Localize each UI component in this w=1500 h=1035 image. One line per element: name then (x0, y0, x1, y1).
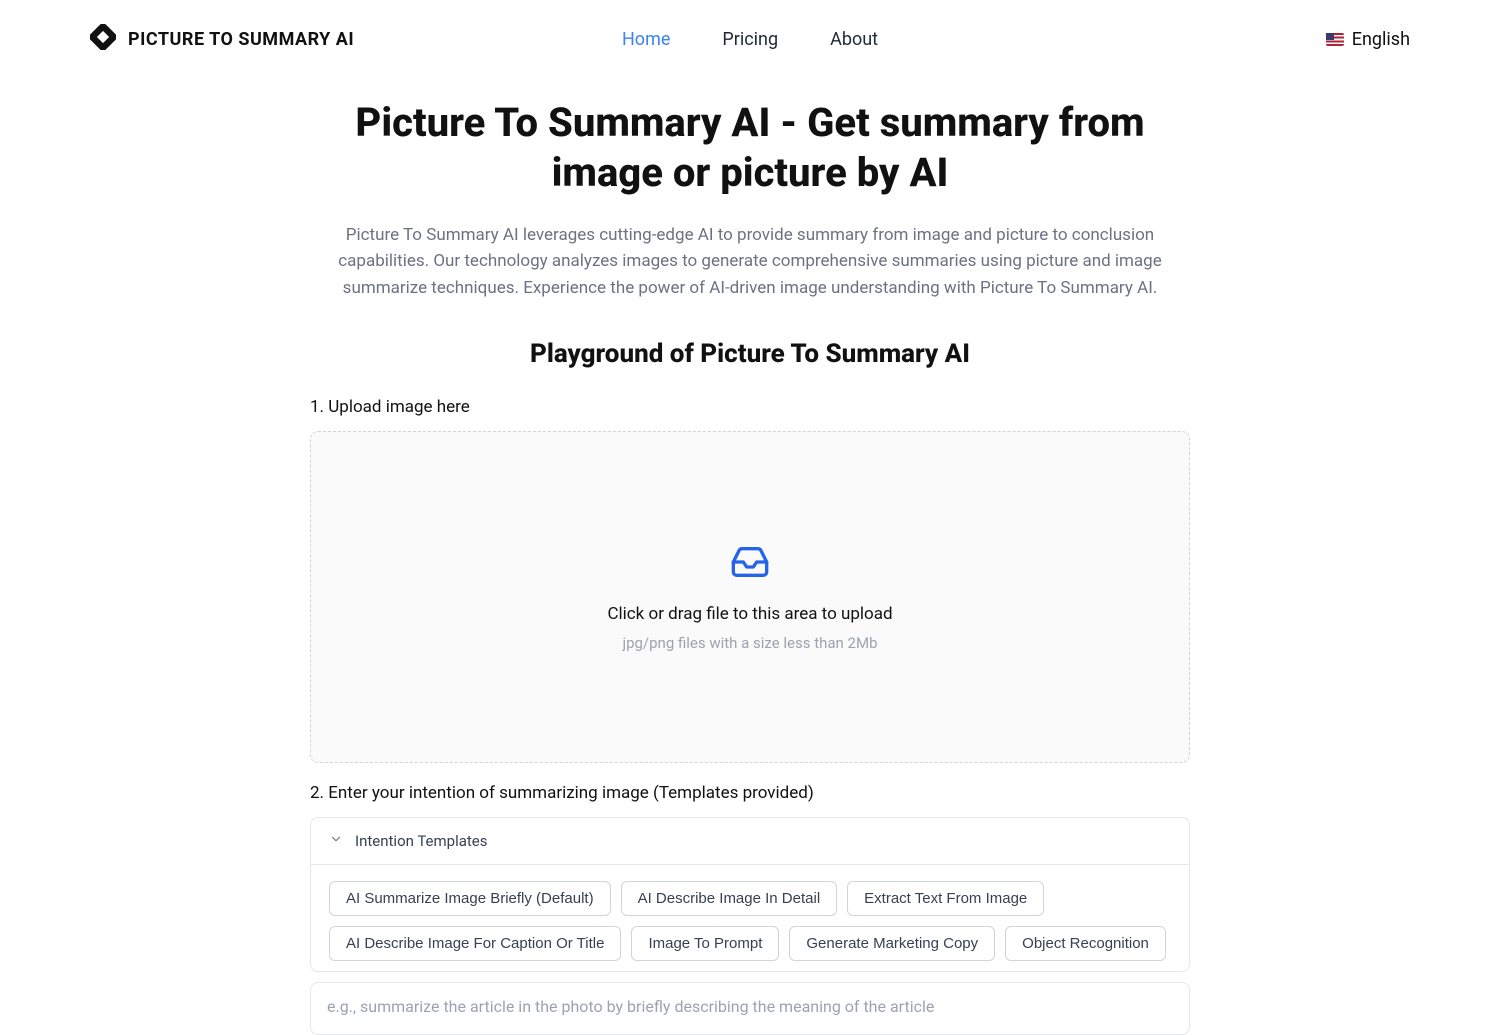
nav-pricing[interactable]: Pricing (722, 29, 778, 50)
language-label: English (1352, 29, 1410, 50)
templates-toggle[interactable]: Intention Templates (311, 818, 1189, 865)
language-selector[interactable]: English (1326, 29, 1410, 50)
template-chip[interactable]: AI Describe Image In Detail (621, 881, 838, 916)
page-title: Picture To Summary AI - Get summary from… (310, 98, 1190, 198)
template-chip[interactable]: Object Recognition (1005, 926, 1166, 961)
dropzone-hint: jpg/png files with a size less than 2Mb (622, 634, 877, 652)
inbox-icon (730, 542, 770, 586)
intention-input-wrapper (310, 982, 1190, 1035)
step1-label: 1. Upload image here (310, 397, 1190, 417)
nav-about[interactable]: About (830, 29, 878, 50)
nav-home[interactable]: Home (622, 29, 670, 50)
header: PICTURE TO SUMMARY AI Home Pricing About… (0, 0, 1500, 78)
templates-panel: Intention Templates AI Summarize Image B… (310, 817, 1190, 972)
logo-icon (90, 24, 116, 54)
playground-title: Playground of Picture To Summary AI (310, 339, 1190, 369)
chevron-down-icon (329, 832, 343, 850)
template-chip[interactable]: Extract Text From Image (847, 881, 1044, 916)
template-chip[interactable]: AI Summarize Image Briefly (Default) (329, 881, 611, 916)
brand[interactable]: PICTURE TO SUMMARY AI (90, 24, 354, 54)
primary-nav: Home Pricing About (622, 29, 878, 50)
flag-us-icon (1326, 33, 1344, 46)
template-chip[interactable]: AI Describe Image For Caption Or Title (329, 926, 621, 961)
template-chip[interactable]: Image To Prompt (631, 926, 779, 961)
page-description: Picture To Summary AI leverages cutting-… (310, 222, 1190, 301)
templates-header-label: Intention Templates (355, 832, 488, 850)
main-content: Picture To Summary AI - Get summary from… (300, 98, 1200, 1035)
dropzone-text: Click or drag file to this area to uploa… (607, 604, 892, 624)
brand-name: PICTURE TO SUMMARY AI (128, 29, 354, 50)
upload-dropzone[interactable]: Click or drag file to this area to uploa… (310, 431, 1190, 763)
templates-list: AI Summarize Image Briefly (Default) AI … (311, 865, 1189, 971)
step2-label: 2. Enter your intention of summarizing i… (310, 783, 1190, 803)
template-chip[interactable]: Generate Marketing Copy (789, 926, 995, 961)
